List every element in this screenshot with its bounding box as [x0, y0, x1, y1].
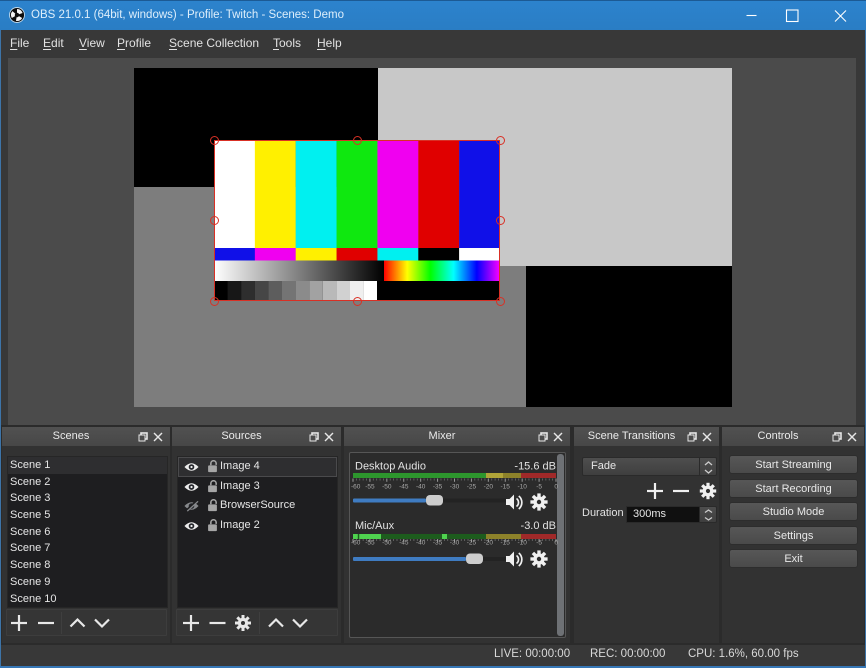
svg-text:-10: -10 [517, 484, 527, 491]
svg-text:-3.0 dB: -3.0 dB [521, 520, 556, 532]
svg-text:-60: -60 [351, 540, 361, 547]
svg-text:-50: -50 [382, 484, 392, 491]
svg-text:-55: -55 [365, 540, 375, 547]
svg-text:-55: -55 [365, 484, 375, 491]
svg-text:-15.6 dB: -15.6 dB [514, 461, 556, 473]
svg-text:-30: -30 [450, 540, 460, 547]
svg-text:Desktop Audio: Desktop Audio [355, 461, 426, 473]
svg-text:0: 0 [554, 484, 558, 491]
svg-text:-35: -35 [433, 540, 443, 547]
svg-text:-25: -25 [467, 540, 477, 547]
svg-text:-45: -45 [399, 540, 409, 547]
svg-text:-45: -45 [399, 484, 409, 491]
svg-text:-5: -5 [536, 484, 542, 491]
svg-text:Mic/Aux: Mic/Aux [355, 520, 395, 532]
svg-text:-40: -40 [416, 540, 426, 547]
svg-text:-15: -15 [500, 484, 510, 491]
svg-text:0: 0 [554, 540, 558, 547]
svg-text:-50: -50 [382, 540, 392, 547]
svg-text:-25: -25 [467, 484, 477, 491]
svg-text:-60: -60 [351, 484, 361, 491]
svg-text:-35: -35 [433, 484, 443, 491]
svg-text:-5: -5 [536, 540, 542, 547]
svg-text:-30: -30 [450, 484, 460, 491]
svg-text:-40: -40 [416, 484, 426, 491]
svg-text:-10: -10 [517, 540, 527, 547]
svg-text:-20: -20 [484, 540, 494, 547]
svg-text:-15: -15 [500, 540, 510, 547]
svg-text:-20: -20 [484, 484, 494, 491]
